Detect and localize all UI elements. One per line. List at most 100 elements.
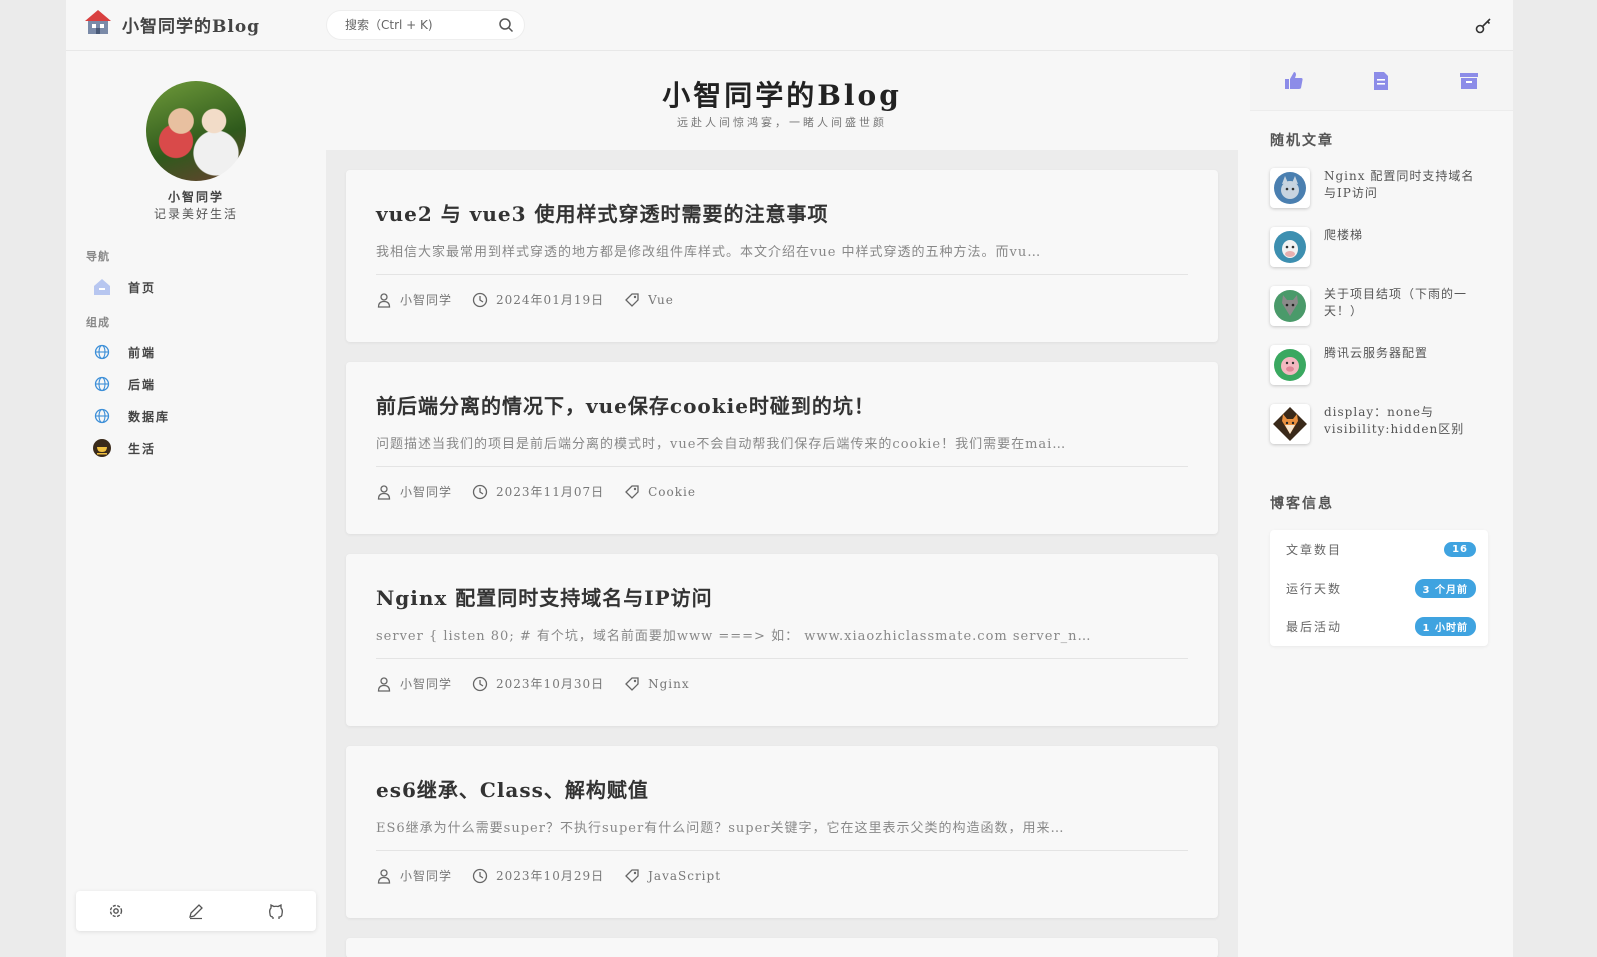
user-icon xyxy=(377,868,391,884)
divider xyxy=(376,274,1188,275)
sidebar-footer xyxy=(76,891,316,931)
info-row-post-count: 文章数目 16 xyxy=(1286,541,1476,558)
nav-heading: 导航 xyxy=(86,250,110,263)
globe-icon xyxy=(92,374,112,394)
home-icon xyxy=(92,277,112,297)
post-meta: 小智同学 2023年10月30日 Nginx xyxy=(376,675,1188,692)
post-card[interactable] xyxy=(346,938,1218,957)
random-post-item[interactable]: 腾讯云服务器配置 xyxy=(1270,345,1490,385)
post-meta: 小智同学 2023年10月29日 JavaScript xyxy=(376,867,1188,884)
sidebar-item-life[interactable]: 生活 xyxy=(86,433,306,463)
post-list: vue2 与 vue3 使用样式穿透时需要的注意事项 我相信大家最常用到样式穿透… xyxy=(326,150,1238,957)
sidebar-item-database[interactable]: 数据库 xyxy=(86,401,306,431)
post-author: 小智同学 xyxy=(376,483,452,500)
house-logo-icon xyxy=(84,8,112,40)
wolf-avatar-icon xyxy=(1270,286,1310,326)
clock-icon xyxy=(472,484,488,499)
post-tag[interactable]: JavaScript xyxy=(624,868,721,884)
tag-icon xyxy=(625,676,639,691)
random-post-title: Nginx 配置同时支持域名与IP访问 xyxy=(1324,169,1475,200)
archive-box-icon[interactable] xyxy=(1457,69,1481,93)
page-title: 小智同学的Blog xyxy=(662,79,902,112)
search-icon[interactable] xyxy=(498,17,514,33)
right-tab-bar xyxy=(1250,51,1513,111)
post-title[interactable]: Nginx 配置同时支持域名与IP访问 xyxy=(376,582,1188,611)
globe-icon xyxy=(92,406,112,426)
random-post-item[interactable]: 爬楼梯 xyxy=(1270,227,1490,267)
random-post-title: 爬楼梯 xyxy=(1324,228,1364,242)
sidebar-item-home[interactable]: 首页 xyxy=(86,272,306,302)
random-post-title: display：none与visibility:hidden区别 xyxy=(1324,405,1465,436)
post-card[interactable]: es6继承、Class、解构赋值 ES6继承为什么需要super？不执行supe… xyxy=(346,746,1218,918)
random-posts-heading: 随机文章 xyxy=(1270,133,1334,149)
post-tag[interactable]: Nginx xyxy=(624,676,690,692)
page-subtitle: 远赴人间惊鸿宴，一睹人间盛世颜 xyxy=(677,116,887,129)
divider xyxy=(376,466,1188,467)
app-window: 小智同学的Blog 小智同学 记录美好生活 导航 首页 组成 前 xyxy=(66,0,1513,957)
edit-icon[interactable] xyxy=(187,902,205,920)
post-card[interactable]: vue2 与 vue3 使用样式穿透时需要的注意事项 我相信大家最常用到样式穿透… xyxy=(346,170,1218,342)
top-bar: 小智同学的Blog xyxy=(66,0,1513,51)
random-post-item[interactable]: Nginx 配置同时支持域名与IP访问 xyxy=(1270,168,1490,208)
category-heading: 组成 xyxy=(86,316,110,329)
status-badge: 3 个月前 xyxy=(1414,579,1476,598)
document-icon[interactable] xyxy=(1369,69,1393,93)
github-icon[interactable] xyxy=(267,902,285,920)
left-sidebar: 小智同学 记录美好生活 导航 首页 组成 前端 后端 数据库 生活 xyxy=(66,51,326,957)
random-post-item[interactable]: 关于项目结项（下雨的一天！） xyxy=(1270,286,1490,326)
key-icon[interactable] xyxy=(1475,16,1493,34)
clock-icon xyxy=(472,868,488,883)
post-author: 小智同学 xyxy=(376,867,452,884)
fox-avatar-icon xyxy=(1270,404,1310,444)
post-tag[interactable]: Vue xyxy=(624,292,674,308)
cow-avatar-icon xyxy=(1270,227,1310,267)
post-author: 小智同学 xyxy=(376,675,452,692)
post-excerpt: 问题描述当我们的项目是前后端分离的模式时，vue不会自动帮我们保存后端传来的co… xyxy=(376,437,1067,452)
sidebar-item-label: 后端 xyxy=(128,377,157,392)
post-date: 2023年10月29日 xyxy=(472,867,604,884)
post-title[interactable]: es6继承、Class、解构赋值 xyxy=(376,774,1188,803)
tag-icon xyxy=(625,292,639,307)
status-badge: 1 小时前 xyxy=(1414,617,1476,636)
post-title[interactable]: vue2 与 vue3 使用样式穿透时需要的注意事项 xyxy=(376,198,1188,227)
post-excerpt: server { listen 80; # 有个坑，域名前面要加www ===>… xyxy=(376,629,1092,644)
blog-info-panel: 文章数目 16 运行天数 3 个月前 最后活动 1 小时前 xyxy=(1270,530,1488,646)
tag-icon xyxy=(625,868,639,883)
pig-avatar-icon xyxy=(1270,345,1310,385)
post-tag[interactable]: Cookie xyxy=(624,484,696,500)
info-row-last-active: 最后活动 1 小时前 xyxy=(1286,617,1476,636)
divider xyxy=(376,850,1188,851)
sidebar-item-frontend[interactable]: 前端 xyxy=(86,337,306,367)
search-box[interactable] xyxy=(326,10,525,40)
coffee-icon xyxy=(92,438,112,458)
globe-icon xyxy=(92,342,112,362)
settings-icon[interactable] xyxy=(107,902,125,920)
clock-icon xyxy=(472,292,488,307)
random-post-title: 关于项目结项（下雨的一天！） xyxy=(1324,287,1468,318)
post-card[interactable]: 前后端分离的情况下，vue保存cookie时碰到的坑！ 问题描述当我们的项目是前… xyxy=(346,362,1218,534)
tag-icon xyxy=(625,484,639,499)
post-title[interactable]: 前后端分离的情况下，vue保存cookie时碰到的坑！ xyxy=(376,390,1188,419)
post-meta: 小智同学 2023年11月07日 Cookie xyxy=(376,483,1188,500)
post-author: 小智同学 xyxy=(376,291,452,308)
random-post-title: 腾讯云服务器配置 xyxy=(1324,346,1429,360)
sidebar-item-label: 数据库 xyxy=(128,409,171,424)
post-card[interactable]: Nginx 配置同时支持域名与IP访问 server { listen 80; … xyxy=(346,554,1218,726)
info-row-running-days: 运行天数 3 个月前 xyxy=(1286,579,1476,598)
thumbs-up-icon[interactable] xyxy=(1282,69,1306,93)
site-logo[interactable]: 小智同学的Blog xyxy=(84,8,260,40)
search-input[interactable] xyxy=(345,18,495,32)
author-motto: 记录美好生活 xyxy=(153,207,238,221)
right-sidebar: 随机文章 Nginx 配置同时支持域名与IP访问 爬楼梯 关于项目结项（下雨的一… xyxy=(1250,51,1513,957)
random-post-item[interactable]: display：none与visibility:hidden区别 xyxy=(1270,404,1490,444)
sidebar-item-backend[interactable]: 后端 xyxy=(86,369,306,399)
post-date: 2024年01月19日 xyxy=(472,291,604,308)
user-icon xyxy=(377,292,391,308)
cat-avatar-icon xyxy=(1270,168,1310,208)
sidebar-item-label: 首页 xyxy=(128,280,157,295)
blog-info-heading: 博客信息 xyxy=(1270,496,1334,512)
user-icon xyxy=(377,484,391,500)
sidebar-item-label: 前端 xyxy=(128,345,157,360)
user-icon xyxy=(377,676,391,692)
author-avatar xyxy=(146,81,246,181)
